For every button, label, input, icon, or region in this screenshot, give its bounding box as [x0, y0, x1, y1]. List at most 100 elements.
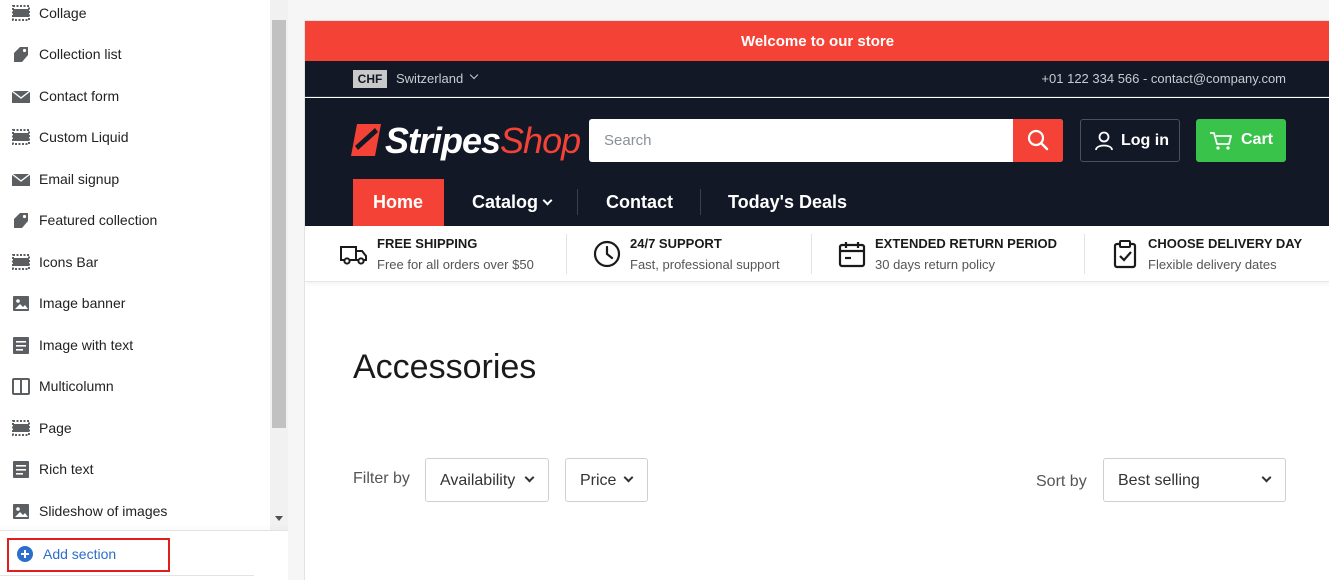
sidebar-bottom-divider: [0, 575, 254, 576]
sidebar-divider: [0, 530, 288, 531]
section-item[interactable]: Image with text: [0, 327, 270, 363]
announcement-bar: Welcome to our store: [305, 21, 1329, 61]
section-item-label: Image with text: [39, 337, 134, 353]
section-item[interactable]: Collection list: [0, 36, 270, 72]
price-filter[interactable]: Price: [565, 458, 648, 502]
search-icon: [1027, 129, 1049, 151]
sort-value: Best selling: [1118, 472, 1200, 489]
chevron-down-icon: [1261, 472, 1272, 483]
section-item[interactable]: Contact form: [0, 78, 270, 114]
add-section-label: Add section: [43, 546, 117, 562]
section-item-label: Page: [39, 420, 72, 436]
section-item-label: Slideshow of images: [39, 503, 168, 519]
filter-label: Filter by: [353, 470, 410, 487]
section-item[interactable]: Email signup: [0, 161, 270, 197]
logo-mark-icon: [351, 124, 381, 156]
add-circle-icon: [17, 546, 33, 562]
feature-subtitle: Flexible delivery dates: [1148, 257, 1277, 272]
features-bar: FREE SHIPPING Free for all orders over $…: [305, 226, 1329, 282]
availability-filter[interactable]: Availability: [425, 458, 549, 502]
tag-icon: [14, 213, 28, 228]
section-item-label: Image banner: [39, 295, 126, 311]
add-section-button[interactable]: Add section: [7, 538, 170, 572]
sidebar-scroll-thumb[interactable]: [272, 20, 286, 428]
feature-title: 24/7 SUPPORT: [630, 236, 722, 251]
scroll-down-arrow-icon[interactable]: [275, 516, 283, 521]
store-preview: Welcome to our store CHF Switzerland +01…: [304, 21, 1329, 580]
nav-home-label: Home: [373, 192, 424, 212]
image-icon: [13, 504, 29, 519]
login-label: Log in: [1121, 132, 1169, 149]
layout-icon: [12, 5, 30, 21]
section-item-label: Multicolumn: [39, 378, 114, 394]
feature-subtitle: Fast, professional support: [630, 257, 780, 272]
editor-sidebar: Collage Collection list Contact form Custom…: [0, 0, 288, 580]
price-label: Price: [580, 472, 617, 489]
preview-top-strip: [304, 0, 1329, 21]
envelope-icon: [11, 173, 31, 186]
nav-todays-deals[interactable]: Today's Deals: [700, 179, 870, 226]
nav-contact-label: Contact: [606, 192, 673, 212]
sort-select[interactable]: Best selling: [1103, 458, 1286, 502]
clipboard-check-icon: [1113, 240, 1137, 269]
sidebar-scrollbar[interactable]: [270, 0, 288, 530]
layout-icon: [12, 254, 30, 270]
feature-divider: [566, 234, 567, 274]
truck-icon: [340, 246, 367, 265]
nav-contact[interactable]: Contact: [577, 179, 700, 226]
chevron-down-icon: [623, 472, 634, 483]
section-item[interactable]: Icons Bar: [0, 244, 270, 280]
feature-title: FREE SHIPPING: [377, 236, 478, 251]
chevron-down-icon: [542, 195, 553, 206]
envelope-icon: [11, 90, 31, 103]
feature-divider: [811, 234, 812, 274]
feature-subtitle: 30 days return policy: [875, 257, 995, 272]
layout-icon: [12, 129, 30, 145]
announcement-text: Welcome to our store: [740, 32, 895, 50]
logo-text: StripesShop: [385, 120, 581, 161]
chevron-down-icon: [524, 472, 535, 483]
section-item-label: Featured collection: [39, 212, 158, 228]
availability-label: Availability: [440, 472, 516, 489]
section-item[interactable]: Collage: [0, 0, 270, 31]
section-item[interactable]: Multicolumn: [0, 368, 270, 404]
nav-catalog-label: Catalog: [472, 192, 539, 212]
feature-subtitle: Free for all orders over $50: [377, 257, 534, 272]
section-item[interactable]: Image banner: [0, 285, 270, 321]
feature-title: EXTENDED RETURN PERIOD: [875, 236, 1058, 251]
calendar-icon: [838, 242, 866, 268]
search-box: [589, 119, 1063, 162]
text-lines-icon: [13, 461, 29, 478]
chevron-down-icon: [469, 70, 479, 80]
section-item[interactable]: Slideshow of images: [0, 493, 270, 529]
country-selector[interactable]: Switzerland: [396, 71, 463, 86]
section-item-label: Email signup: [39, 171, 120, 187]
login-button[interactable]: Log in: [1080, 119, 1180, 162]
section-item[interactable]: Custom Liquid: [0, 119, 270, 155]
preview-gutter: [288, 0, 304, 580]
nav-home[interactable]: Home: [353, 179, 444, 226]
store-logo[interactable]: StripesShop: [351, 118, 581, 162]
section-item[interactable]: Page: [0, 410, 270, 446]
top-bar: CHF Switzerland +01 122 334 566 - contac…: [305, 61, 1329, 97]
text-lines-icon: [13, 337, 29, 354]
section-item-label: Rich text: [39, 461, 94, 477]
cart-label: Cart: [1241, 131, 1274, 148]
feature-divider: [1084, 234, 1085, 274]
image-icon: [13, 296, 29, 311]
page-title: Accessories: [353, 348, 537, 386]
search-input[interactable]: [589, 119, 1013, 162]
section-item-label: Custom Liquid: [39, 129, 129, 145]
cart-button[interactable]: Cart: [1196, 119, 1286, 162]
section-item[interactable]: Featured collection: [0, 202, 270, 238]
section-item[interactable]: Rich text: [0, 451, 270, 487]
main-header: StripesShop Log in Ca: [305, 98, 1329, 226]
section-list: Collage Collection list Contact form Custom…: [0, 0, 270, 530]
nav-deals-label: Today's Deals: [728, 192, 847, 212]
cart-icon: [1210, 132, 1232, 150]
nav-catalog[interactable]: Catalog: [444, 179, 577, 226]
section-item-label: Icons Bar: [39, 254, 99, 270]
search-button[interactable]: [1013, 119, 1063, 162]
currency-badge[interactable]: CHF: [353, 70, 387, 88]
section-item-label: Collage: [39, 5, 87, 21]
